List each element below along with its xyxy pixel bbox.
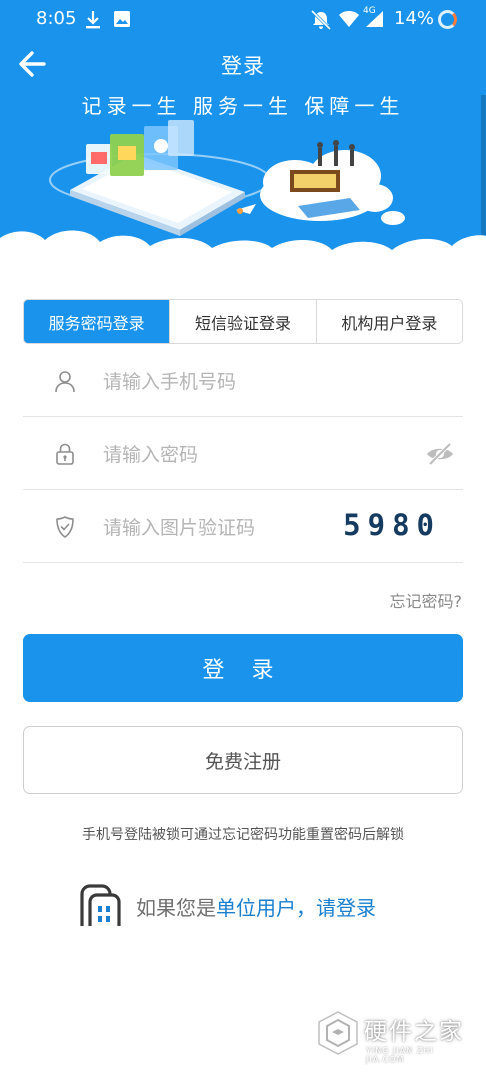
mute-icon: [310, 10, 332, 30]
watermark-subtitle: YING JIAN ZHI JIA.COM: [366, 1046, 434, 1064]
register-button[interactable]: 免费注册: [23, 726, 463, 794]
eye-hidden-icon[interactable]: [425, 440, 455, 468]
image-icon: [114, 11, 130, 27]
forgot-password-link[interactable]: 忘记密码?: [390, 588, 463, 612]
status-bar: 8:05 4G 14%: [0, 0, 486, 40]
page-title: 登录: [221, 54, 265, 78]
signal-icon: [366, 11, 383, 27]
tab-sms-verification[interactable]: 短信验证登录: [170, 300, 317, 343]
org-link-prefix: 如果您是: [136, 895, 216, 920]
tab-service-password[interactable]: 服务密码登录: [24, 300, 171, 343]
banner-illustration: [0, 120, 486, 265]
unlock-hint: 手机号登陆被锁可通过忘记密码功能重置密码后解锁: [82, 827, 404, 843]
nav-bar: 登录: [0, 40, 486, 88]
phone-input[interactable]: [103, 365, 333, 399]
watermark-title: 硬件之家: [364, 1019, 464, 1045]
watermark: 硬件之家 YING JIAN ZHI JIA.COM: [314, 1010, 474, 1070]
captcha-image[interactable]: 5980: [343, 505, 441, 545]
header-banner: 8:05 4G 14% 登录 记录一生 服务一生 保障一生: [0, 0, 486, 265]
scrollbar[interactable]: [481, 95, 486, 235]
watermark-logo-icon: [318, 1011, 358, 1055]
user-icon: [55, 371, 75, 393]
org-link-action: 请登录: [316, 895, 376, 920]
login-tabs: 服务密码登录 短信验证登录 机构用户登录: [23, 299, 463, 344]
wifi-icon: [339, 11, 359, 27]
org-link-unit-user: 单位用户: [216, 895, 296, 920]
shield-check-icon: [56, 516, 74, 538]
organization-login-link[interactable]: 如果您是 单位用户 ， 请登录: [78, 884, 376, 928]
password-input[interactable]: [103, 438, 333, 472]
captcha-row: 5980: [23, 491, 463, 563]
org-link-separator: ，: [296, 895, 316, 920]
phone-row: [23, 345, 463, 417]
tab-organization-user[interactable]: 机构用户登录: [317, 300, 462, 343]
battery-ring-icon: [438, 10, 457, 29]
download-icon: [86, 11, 100, 29]
login-button[interactable]: 登 录: [23, 634, 463, 702]
status-time: 8:05: [36, 8, 77, 29]
password-row: [23, 418, 463, 490]
battery-percent: 14%: [394, 8, 435, 29]
building-icon: [80, 884, 121, 926]
lock-icon: [56, 443, 74, 465]
captcha-input[interactable]: [103, 511, 333, 545]
